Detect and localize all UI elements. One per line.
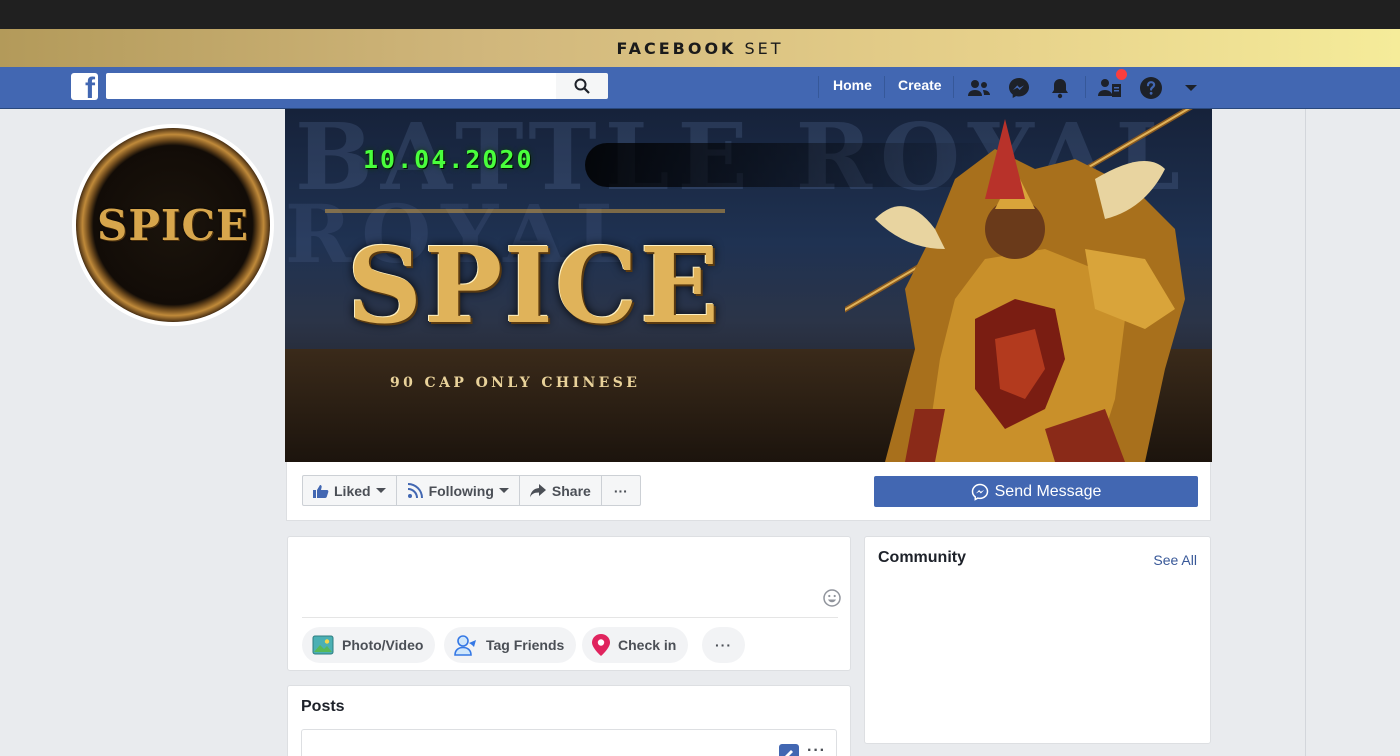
messenger-outline-icon — [971, 483, 988, 501]
cover-logo-text: SPICE — [347, 224, 721, 347]
composer-divider — [302, 617, 838, 618]
notifications-bell-icon[interactable] — [1047, 75, 1073, 101]
page-action-bar: Liked Following Share ··· Send Message — [286, 462, 1211, 521]
nav-separator — [1085, 76, 1086, 98]
nav-home-link[interactable]: Home — [833, 77, 872, 93]
search-input[interactable] — [106, 73, 556, 99]
following-button[interactable]: Following — [397, 476, 520, 505]
following-caret-icon — [498, 488, 509, 493]
posts-title: Posts — [301, 698, 345, 715]
community-panel: Community See All — [864, 536, 1211, 744]
post-composer: Photo/Video Tag Friends Check in ··· — [287, 536, 851, 671]
cover-subtitle-text: 90 CAP ONLY CHINESE — [390, 375, 641, 391]
check-in-button[interactable]: Check in — [582, 627, 689, 663]
share-label: Share — [551, 482, 591, 499]
top-navigation-bar: f Home Create — [0, 67, 1400, 109]
rss-icon — [407, 482, 423, 498]
title-banner: FACEBOOK SET — [0, 29, 1400, 67]
edit-post-icon[interactable] — [779, 744, 799, 756]
search-button[interactable] — [556, 73, 608, 99]
messenger-icon[interactable] — [1006, 75, 1032, 101]
help-icon[interactable] — [1138, 75, 1164, 101]
profile-picture[interactable]: SPICE — [72, 124, 274, 326]
emoji-icon[interactable] — [823, 589, 841, 607]
facebook-logo-icon[interactable]: f — [71, 73, 98, 100]
photo-video-label: Photo/Video — [342, 637, 424, 653]
nav-create-link[interactable]: Create — [898, 77, 942, 93]
photo-icon — [312, 635, 334, 655]
nav-separator — [884, 76, 885, 98]
banner-bold-text: FACEBOOK — [616, 38, 737, 58]
cover-date-text: 10.04.2020 — [363, 145, 534, 174]
liked-button[interactable]: Liked — [303, 476, 397, 505]
search-icon — [574, 78, 590, 94]
cover-warrior-illustration — [845, 109, 1193, 462]
page-action-button-group: Liked Following Share ··· — [302, 475, 641, 506]
share-button[interactable]: Share — [520, 476, 602, 505]
send-message-label: Send Message — [994, 482, 1102, 500]
send-message-button[interactable]: Send Message — [874, 476, 1198, 507]
tag-friends-button[interactable]: Tag Friends — [444, 627, 577, 663]
location-pin-icon — [592, 634, 610, 656]
composer-more-label: ··· — [715, 637, 732, 653]
tag-friends-label: Tag Friends — [486, 637, 565, 653]
post-item: ··· — [301, 729, 837, 756]
account-dropdown-chevron-down-icon[interactable] — [1178, 75, 1204, 101]
community-title: Community — [878, 549, 966, 566]
share-arrow-icon — [529, 483, 546, 497]
see-all-link[interactable]: See All — [1153, 552, 1197, 568]
composer-more-button[interactable]: ··· — [702, 627, 745, 663]
banner-light-text: SET — [744, 38, 784, 58]
posts-section: Posts ··· — [287, 685, 851, 756]
top-strip — [0, 0, 1400, 29]
cover-photo[interactable]: BATTLE ROYAL ROYAL 10.04.2020 SPICE 90 C… — [285, 109, 1212, 462]
thumbs-up-icon — [313, 484, 329, 498]
more-actions-button[interactable]: ··· — [602, 476, 640, 505]
tag-friends-icon — [454, 635, 476, 656]
nav-separator — [953, 76, 954, 98]
liked-label: Liked — [334, 482, 371, 499]
photo-video-button[interactable]: Photo/Video — [302, 627, 436, 663]
following-label: Following — [428, 482, 494, 499]
composer-text-area[interactable] — [302, 547, 812, 609]
notification-badge — [1116, 69, 1127, 80]
check-in-label: Check in — [618, 637, 677, 653]
post-options-button[interactable]: ··· — [807, 742, 826, 756]
liked-caret-icon — [375, 488, 386, 493]
more-actions-label: ··· — [613, 482, 628, 499]
friends-icon[interactable] — [966, 75, 992, 101]
right-column-divider — [1305, 109, 1306, 756]
nav-separator — [818, 76, 819, 98]
profile-logo-text: SPICE — [97, 200, 249, 250]
profile-picture-image: SPICE — [76, 128, 270, 322]
